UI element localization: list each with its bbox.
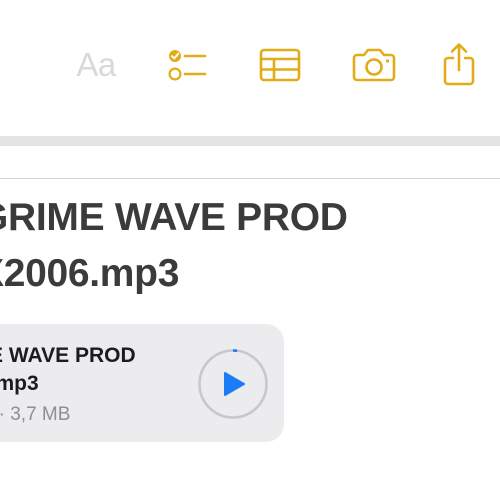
checklist-icon [168,50,207,81]
play-icon [198,349,268,419]
attachment-meta-text: dio · 3,7 MB [0,404,71,425]
divider [0,178,500,179]
attachment-filename: E WAVE PROD 6.mp3 [0,342,200,398]
attachment-filename-line-1: E WAVE PROD [0,344,136,367]
share-button[interactable] [436,38,482,90]
table-icon [259,48,301,82]
note-title[interactable]: GRIME WAVE PROD X2006.mp3 [0,190,500,302]
notes-screen: Aa GRIME WAVE PROD 2006.mp3 E WAVE PROD … [0,0,500,500]
camera-button[interactable] [348,42,400,88]
toolbar-separator [0,136,500,146]
table-button[interactable] [255,42,305,88]
attachment-meta: dio · 3,7 MB [0,402,200,428]
share-icon [443,43,475,86]
checklist-button[interactable] [162,42,212,88]
note-toolbar: Aa [0,0,500,134]
play-button[interactable] [197,348,269,420]
note-title-line-2: X2006.mp3 [0,252,180,295]
text-format-icon: Aa [76,46,116,83]
camera-icon [352,48,396,82]
text-format-button[interactable]: Aa [68,42,124,88]
note-title-line-1: GRIME WAVE PROD [0,196,348,239]
attachment-filename-line-2: 6.mp3 [0,372,39,395]
audio-attachment-card[interactable]: E WAVE PROD 6.mp3 dio · 3,7 MB [0,324,284,442]
